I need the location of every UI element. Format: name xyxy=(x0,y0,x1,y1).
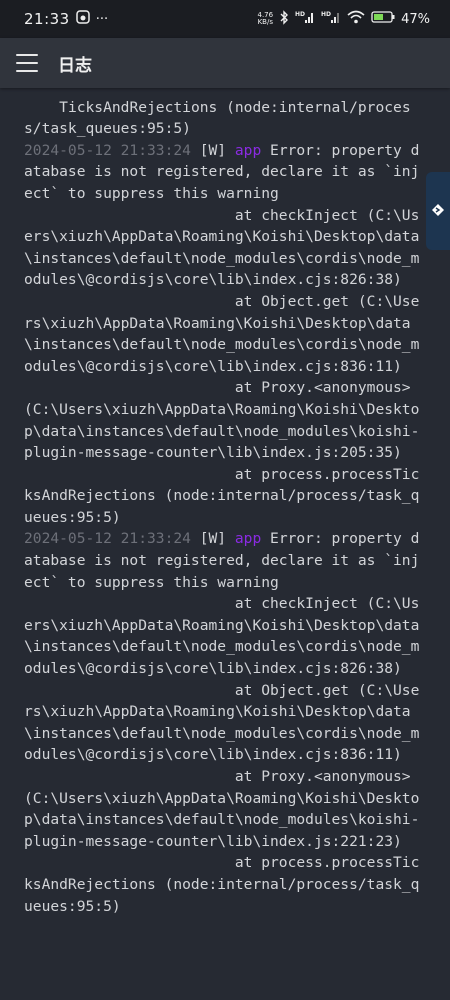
log-entry-level: [W] xyxy=(199,530,227,548)
stack-line: at Proxy.<anonymous> (C:\Users\xiuzh\App… xyxy=(24,379,420,462)
log-entry-tag: app xyxy=(234,530,262,548)
page-title: 日志 xyxy=(58,55,92,76)
log-entry-timestamp: 2024-05-12 21:33:24 xyxy=(24,141,191,159)
notification-app-icon xyxy=(75,10,90,28)
status-overflow: ··· xyxy=(95,11,109,27)
log-entry-timestamp: 2024-05-12 21:33:24 xyxy=(24,530,191,548)
menu-icon[interactable] xyxy=(16,54,38,72)
wifi-icon xyxy=(347,10,365,28)
status-right: 4.76 KB/s HD HD 47% xyxy=(258,9,430,29)
koishi-icon xyxy=(431,202,445,221)
log-head-fragment: TicksAndRejections (node:internal/proces… xyxy=(24,98,411,138)
stack-line: at process.processTicksAndRejections (no… xyxy=(24,854,420,915)
log-entry-tag: app xyxy=(234,141,262,159)
log-area[interactable]: TicksAndRejections (node:internal/proces… xyxy=(0,88,450,1000)
network-speed: 4.76 KB/s xyxy=(258,12,274,26)
signal-1-icon: HD xyxy=(295,10,315,28)
log-content: TicksAndRejections (node:internal/proces… xyxy=(24,88,424,939)
stack-line: at process.processTicksAndRejections (no… xyxy=(24,465,420,526)
stack-line: at checkInject (C:\Users\xiuzh\AppData\R… xyxy=(24,595,420,678)
battery-icon xyxy=(371,10,395,28)
status-time: 21:33 xyxy=(24,10,70,28)
svg-text:HD: HD xyxy=(321,11,331,18)
status-bar: 21:33 ··· 4.76 KB/s HD HD 47% xyxy=(0,0,450,38)
signal-2-icon: HD xyxy=(321,10,341,28)
stack-line: at Object.get (C:\Users\xiuzh\AppData\Ro… xyxy=(24,681,420,764)
svg-text:HD: HD xyxy=(295,11,305,18)
stack-line: at Proxy.<anonymous> (C:\Users\xiuzh\App… xyxy=(24,768,420,850)
floating-side-tab[interactable] xyxy=(426,172,450,250)
stack-line: at Object.get (C:\Users\xiuzh\AppData\Ro… xyxy=(24,292,420,375)
status-left: 21:33 ··· xyxy=(24,10,108,28)
network-speed-unit: KB/s xyxy=(257,18,273,26)
battery-percent: 47% xyxy=(401,11,430,27)
log-entry-level: [W] xyxy=(199,141,227,159)
stack-line: at checkInject (C:\Users\xiuzh\AppData\R… xyxy=(24,206,420,289)
bluetooth-icon xyxy=(279,9,289,29)
app-bar: 日志 xyxy=(0,38,450,88)
